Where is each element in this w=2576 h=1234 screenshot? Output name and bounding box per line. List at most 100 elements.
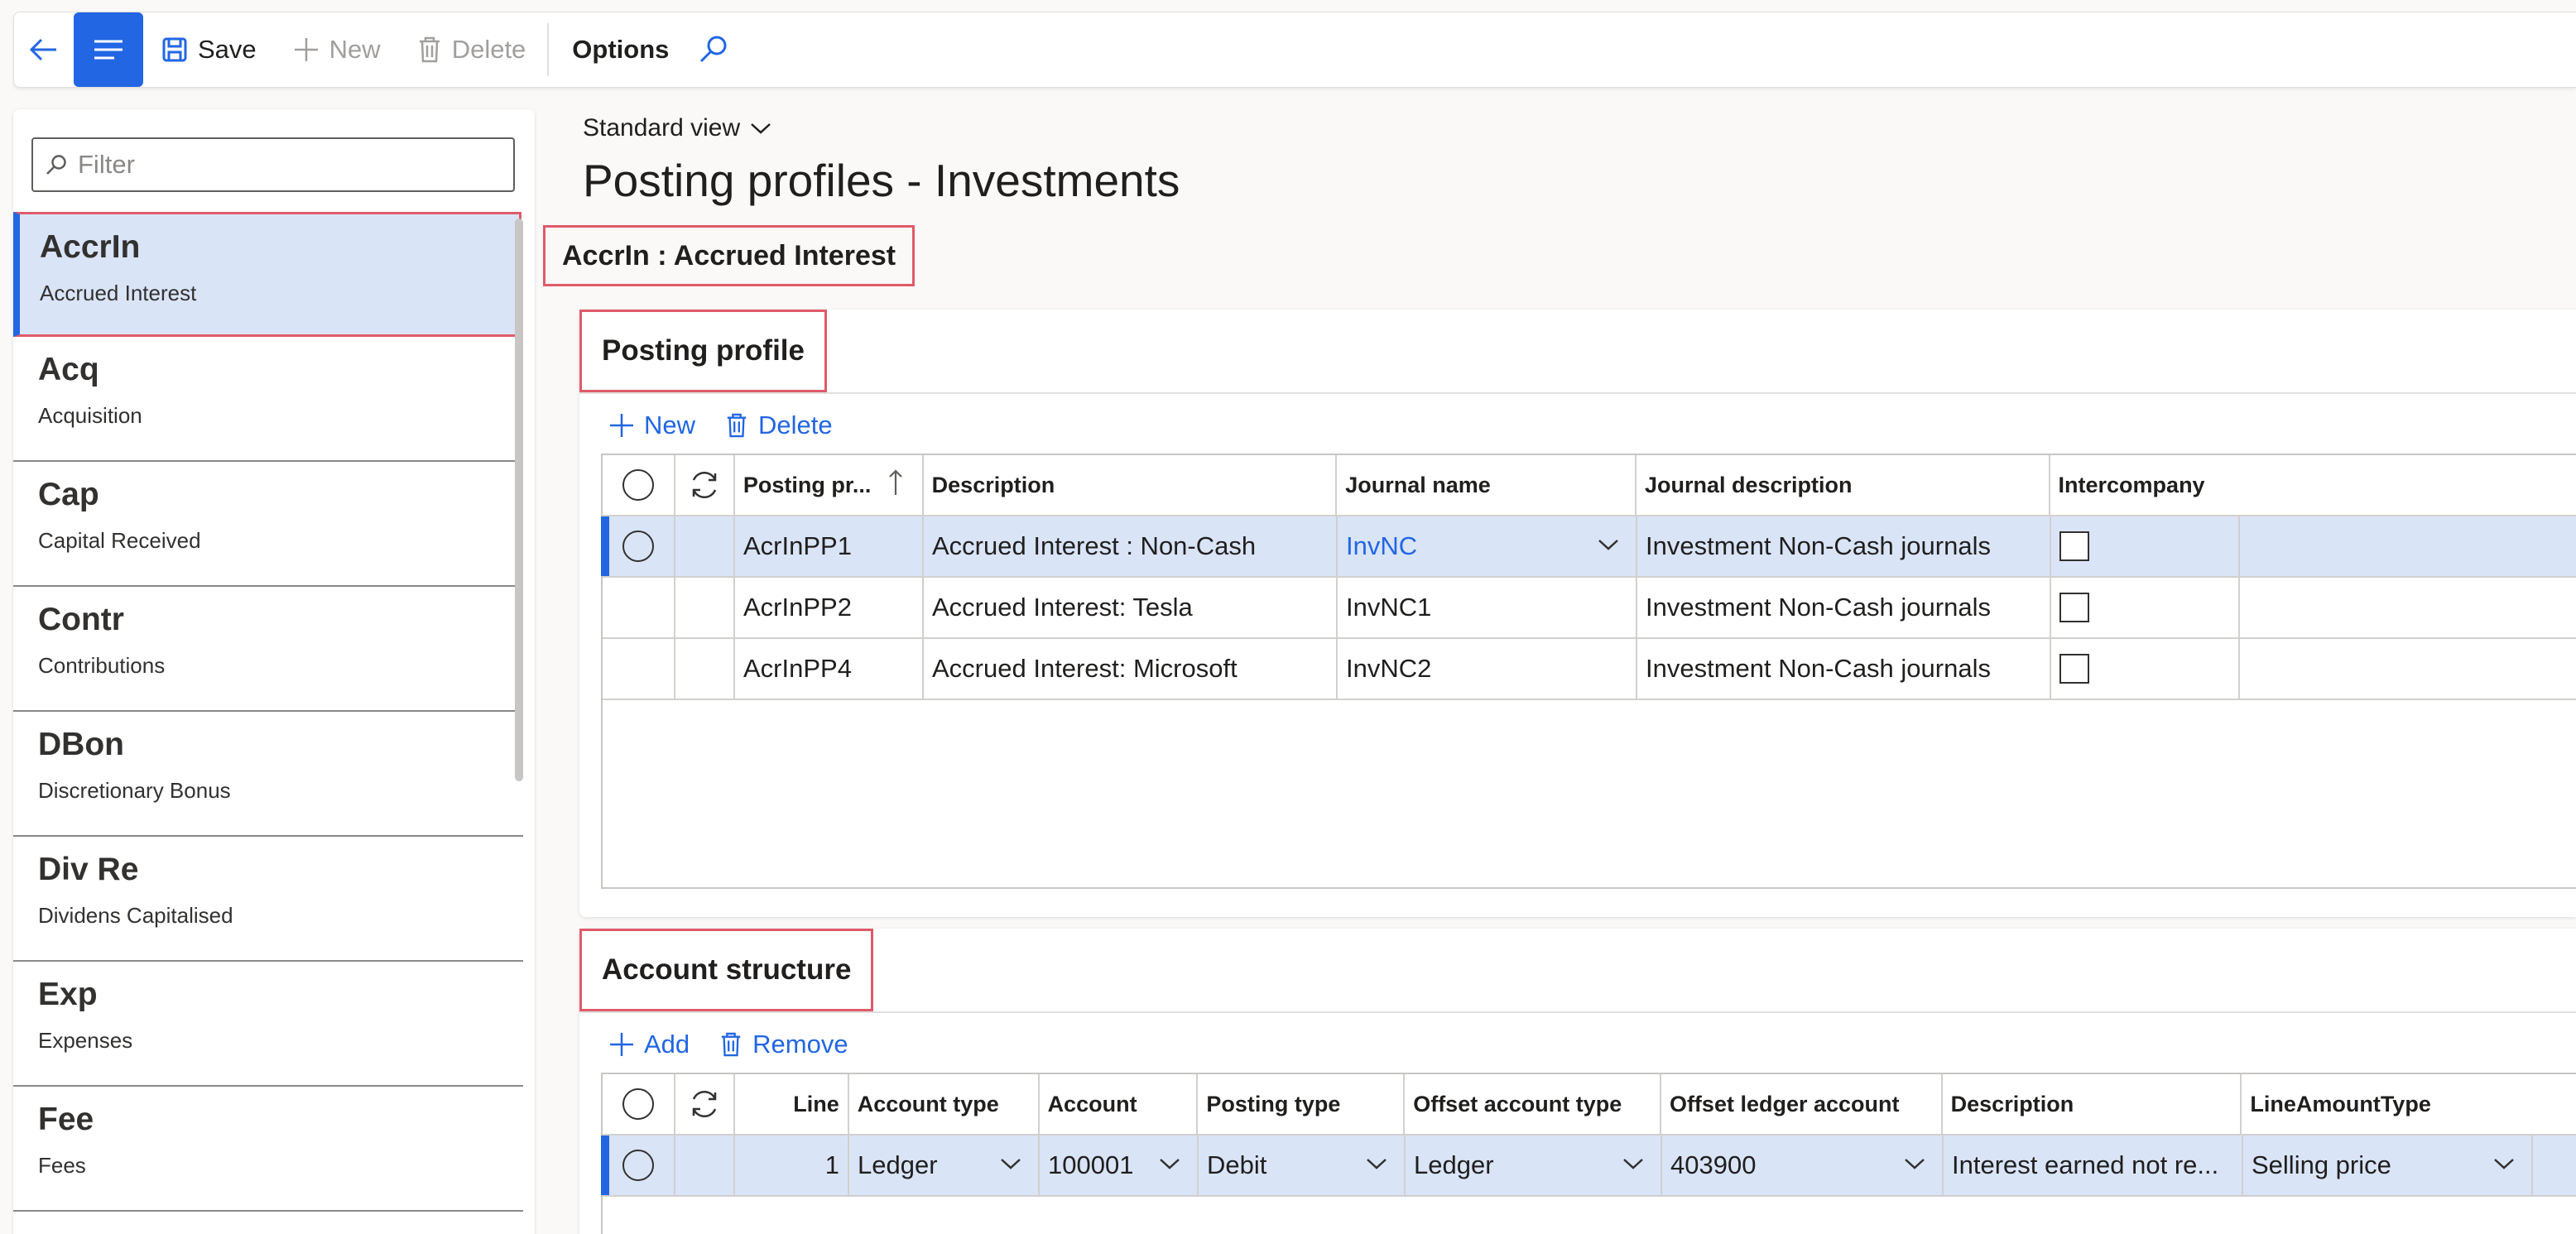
- col-account[interactable]: Account: [1040, 1074, 1199, 1134]
- refresh-cell[interactable]: [675, 455, 735, 515]
- line-amount-type-dropdown[interactable]: Selling price: [2243, 1136, 2533, 1195]
- list-item-desc: Contributions: [38, 653, 166, 678]
- new-line-button[interactable]: New: [609, 411, 695, 440]
- cell-journal-description[interactable]: Investment Non-Cash journals: [1637, 578, 2051, 637]
- intercompany-checkbox[interactable]: [2059, 593, 2089, 622]
- plus-icon: [294, 38, 318, 61]
- col-description[interactable]: Description: [1943, 1074, 2242, 1134]
- col-posting-profile[interactable]: Posting pr...: [735, 455, 924, 515]
- cell-journal-name[interactable]: InvNC2: [1338, 639, 1637, 699]
- col-journal-description[interactable]: Journal description: [1636, 455, 2050, 515]
- row-select-radio[interactable]: [622, 531, 654, 562]
- list-item-code: Cap: [38, 477, 99, 512]
- row-select-radio[interactable]: [622, 1150, 654, 1181]
- col-account-type[interactable]: Account type: [849, 1074, 1040, 1134]
- cell-posting-profile[interactable]: AcrInPP1: [735, 516, 924, 576]
- back-button[interactable]: [14, 12, 74, 88]
- search-icon: [46, 155, 66, 175]
- list-item[interactable]: Acq Acquisition: [13, 337, 523, 462]
- record-list-pane: AccrIn Accrued Interest Acq Acquisition …: [13, 109, 535, 1234]
- col-line[interactable]: Line: [735, 1074, 849, 1134]
- account-type-value: Ledger: [858, 1150, 938, 1179]
- cell-intercompany[interactable]: [2051, 639, 2240, 699]
- col-line-amount-type[interactable]: LineAmountType: [2242, 1074, 2576, 1134]
- new-line-label: New: [644, 411, 696, 439]
- cell-journal-name[interactable]: InvNC1: [1338, 578, 1637, 637]
- cell-description[interactable]: Interest earned not re...: [1944, 1136, 2243, 1195]
- intercompany-checkbox[interactable]: [2059, 654, 2089, 684]
- cell-description[interactable]: Accrued Interest: Microsoft: [924, 639, 1338, 699]
- offset-account-type-dropdown[interactable]: Ledger: [1406, 1136, 1662, 1195]
- account-type-dropdown[interactable]: Ledger: [849, 1136, 1040, 1195]
- posting-type-dropdown[interactable]: Debit: [1199, 1136, 1406, 1195]
- list-item[interactable]: AccrIn Accrued Interest: [13, 212, 521, 337]
- row-select-cell[interactable]: [603, 516, 675, 576]
- intercompany-checkbox[interactable]: [2059, 531, 2089, 561]
- save-button[interactable]: Save: [143, 12, 275, 88]
- account-structure-actions: Add Remove: [609, 1030, 878, 1059]
- select-all-cell[interactable]: [603, 455, 675, 515]
- cell-intercompany[interactable]: [2051, 578, 2240, 637]
- row-spacer-cell: [675, 1136, 735, 1195]
- remove-line-button[interactable]: Remove: [719, 1030, 848, 1059]
- select-all-radio[interactable]: [622, 1088, 654, 1120]
- delete-line-button[interactable]: Delete: [725, 411, 833, 440]
- row-select-cell[interactable]: [603, 578, 675, 637]
- col-journal-name[interactable]: Journal name: [1337, 455, 1636, 515]
- col-posting-type[interactable]: Posting type: [1198, 1074, 1406, 1134]
- new-button[interactable]: New: [275, 12, 399, 88]
- cell-posting-profile[interactable]: AcrInPP4: [735, 639, 924, 699]
- list-item[interactable]: Contr Contributions: [13, 587, 523, 712]
- select-all-cell[interactable]: [603, 1074, 675, 1134]
- list-scrollbar[interactable]: [515, 218, 523, 781]
- view-selector[interactable]: Standard view: [583, 114, 771, 142]
- table-row[interactable]: AcrInPP4 Accrued Interest: Microsoft Inv…: [603, 639, 2576, 700]
- page-title: Posting profiles - Investments: [583, 155, 1180, 206]
- col-offset-account-type[interactable]: Offset account type: [1405, 1074, 1661, 1134]
- account-structure-header[interactable]: Account structure: [579, 929, 874, 1011]
- options-tab[interactable]: Options: [552, 35, 689, 65]
- cell-description[interactable]: Accrued Interest: Tesla: [924, 578, 1338, 637]
- record-list: AccrIn Accrued Interest Acq Acquisition …: [13, 212, 535, 1212]
- trash-icon: [721, 1032, 741, 1057]
- filter-box[interactable]: [31, 137, 515, 192]
- col-intercompany[interactable]: Intercompany: [2050, 455, 2576, 515]
- table-row[interactable]: 1 Ledger 100001 Debit Ledger 403900 Inte…: [601, 1136, 2576, 1197]
- list-item[interactable]: DBon Discretionary Bonus: [13, 712, 523, 837]
- search-button[interactable]: [689, 33, 738, 66]
- cell-intercompany[interactable]: [2051, 516, 2240, 576]
- offset-ledger-account-dropdown[interactable]: 403900: [1662, 1136, 1944, 1195]
- table-row[interactable]: AcrInPP2 Accrued Interest: Tesla InvNC1 …: [603, 578, 2576, 639]
- cell-journal-description[interactable]: Investment Non-Cash journals: [1637, 639, 2051, 699]
- journal-name-dropdown[interactable]: InvNC: [1338, 516, 1637, 576]
- list-item[interactable]: Cap Capital Received: [13, 462, 523, 587]
- table-row[interactable]: AcrInPP1 Accrued Interest : Non-Cash Inv…: [601, 516, 2576, 578]
- list-item[interactable]: Exp Expenses: [13, 962, 523, 1087]
- list-item[interactable]: Div Re Dividens Capitalised: [13, 837, 523, 962]
- filter-input[interactable]: [78, 150, 492, 180]
- col-description[interactable]: Description: [924, 455, 1338, 515]
- cell-journal-description[interactable]: Investment Non-Cash journals: [1637, 516, 2051, 576]
- list-item[interactable]: Fee Fees: [13, 1087, 523, 1212]
- add-line-button[interactable]: Add: [609, 1030, 690, 1059]
- col-offset-ledger-account[interactable]: Offset ledger account: [1661, 1074, 1943, 1134]
- delete-button[interactable]: Delete: [399, 12, 545, 88]
- list-item-desc: Dividens Capitalised: [38, 903, 233, 928]
- posting-profile-grid: Posting pr... Description Journal name J…: [601, 454, 2576, 889]
- posting-profile-actions: New Delete: [609, 411, 863, 440]
- cell-description[interactable]: Accrued Interest : Non-Cash: [924, 516, 1338, 576]
- account-dropdown[interactable]: 100001: [1040, 1136, 1199, 1195]
- cell-posting-profile[interactable]: AcrInPP2: [735, 578, 924, 637]
- refresh-icon: [692, 472, 717, 498]
- remove-line-label: Remove: [752, 1030, 848, 1059]
- menu-toggle-button[interactable]: [74, 12, 143, 87]
- select-all-radio[interactable]: [622, 469, 654, 501]
- toolbar-divider: [547, 23, 550, 76]
- cell-line[interactable]: 1: [735, 1136, 849, 1195]
- row-select-cell[interactable]: [603, 639, 675, 699]
- list-item-code: AccrIn: [40, 229, 141, 265]
- row-select-cell[interactable]: [603, 1136, 675, 1195]
- refresh-cell[interactable]: [675, 1074, 735, 1134]
- posting-profile-header[interactable]: Posting profile: [579, 310, 827, 392]
- trash-icon: [727, 413, 747, 438]
